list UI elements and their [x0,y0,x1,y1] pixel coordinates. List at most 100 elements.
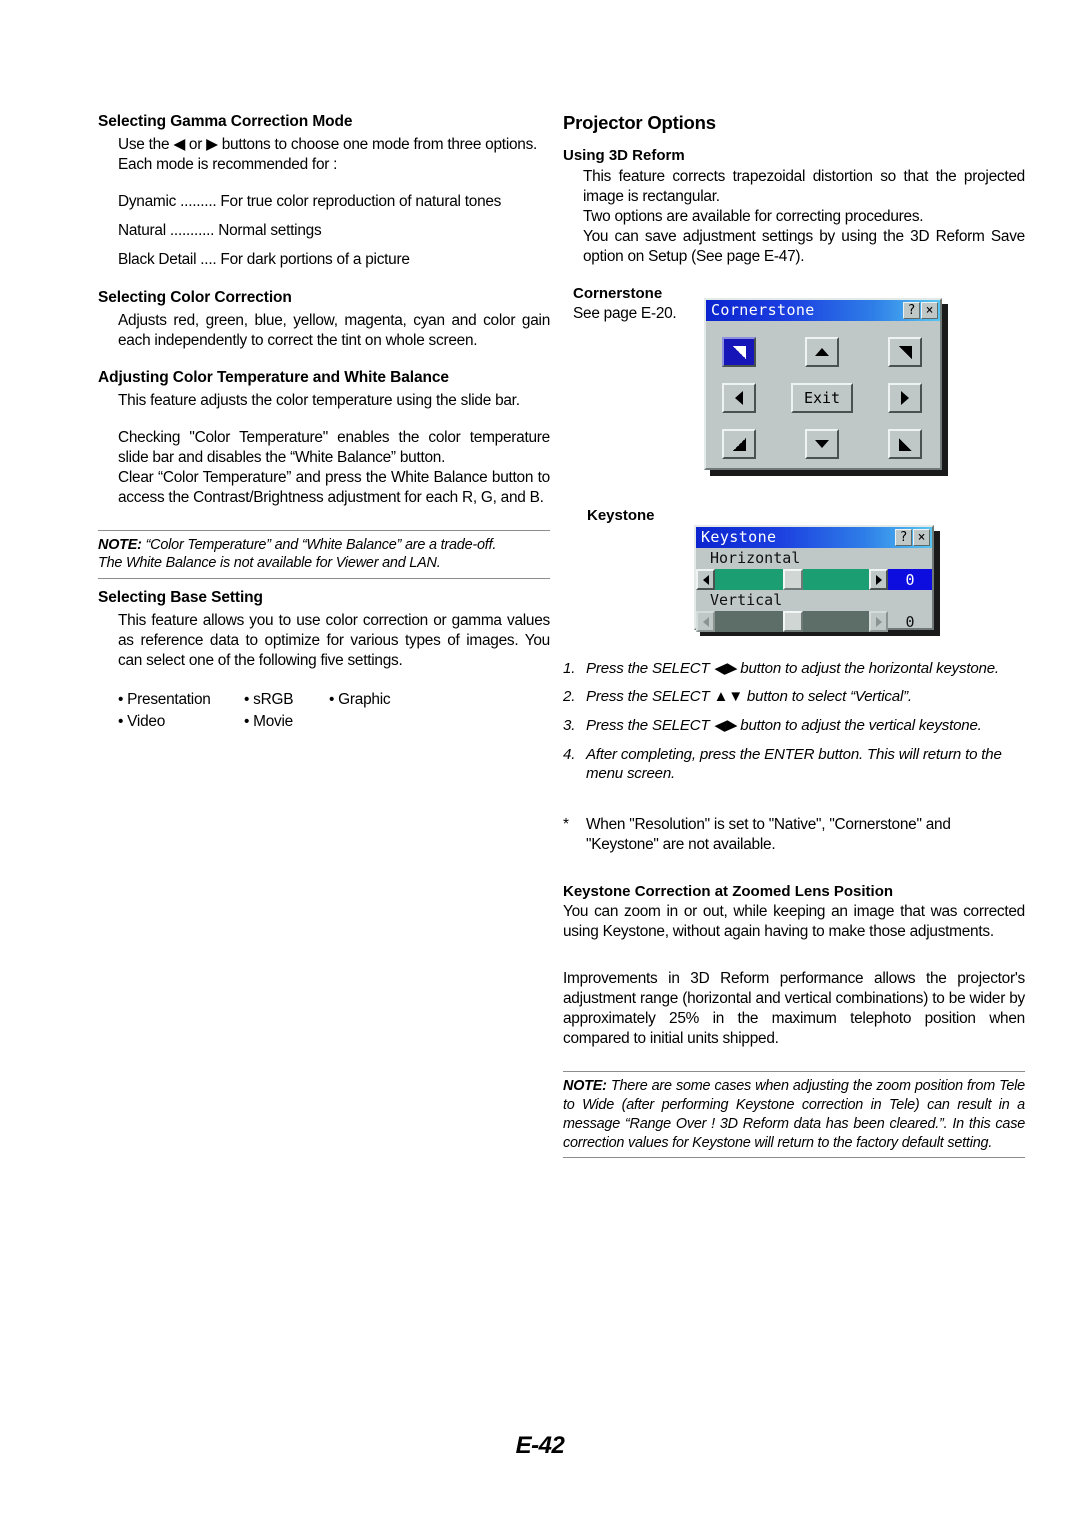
gamma-mode-row: Dynamic ......... For true color reprodu… [98,192,550,212]
horizontal-increase-button[interactable] [869,569,888,590]
vertical-slider-thumb[interactable] [782,611,803,632]
step-number: 2. [563,688,576,706]
horizontal-decrease-button[interactable] [696,569,715,590]
zoomed-lens-body: You can zoom in or out, while keeping an… [563,903,1025,941]
gamma-mode-row: Natural ........... Normal settings [98,221,550,241]
option-item: • Presentation [118,690,211,708]
note-color-temperature: NOTE: “Color Temperature” and “White Bal… [98,529,550,580]
step-number: 3. [563,717,576,734]
document-page: Selecting Gamma Correction Mode Use the … [0,0,1080,1526]
left-column: Selecting Gamma Correction Mode Use the … [98,112,550,734]
color-correction-body: Adjusts red, green, blue, yellow, magent… [118,311,550,349]
arrow-up-button[interactable] [805,337,839,367]
color-correction-title: Selecting Color Correction [98,288,292,306]
corner-bottom-left-button[interactable] [722,429,756,459]
corner-top-left-icon [732,345,746,359]
cornerstone-button-grid: Exit [706,321,940,468]
color-temperature-body-2: Checking "Color Temperature" enables the… [118,428,550,466]
page-number: E-42 [515,1432,565,1459]
color-temperature-body-1: This feature adjusts the color temperatu… [118,391,520,409]
gamma-mode-row: Black Detail .... For dark portions of a… [98,250,550,270]
horizontal-slider-track[interactable] [715,569,869,590]
color-temperature-title: Adjusting Color Temperature and White Ba… [98,368,449,386]
close-icon[interactable]: × [921,302,938,319]
note-label: NOTE: [563,1078,607,1095]
resolution-note-text: When "Resolution" is set to "Native", "C… [586,815,951,853]
note-zoom-range: NOTE: There are some cases when adjustin… [563,1071,1025,1159]
keystone-titlebar: Keystone ? × [696,527,932,548]
keystone-dialog-title: Keystone [701,528,777,546]
arrow-right-icon [875,616,882,627]
option-item: • Graphic [329,690,391,708]
improvements-body: Improvements in 3D Reform performance al… [563,970,1025,1048]
arrow-left-icon [702,574,709,585]
corner-bottom-left-icon [732,437,746,451]
step-item: 2. Press the SELECT ▲▼ button to select … [563,687,1025,707]
keystone-dialog[interactable]: Keystone ? × Horizontal 0 Vertical 0 [694,525,934,632]
note-text: There are some cases when adjusting the … [563,1078,1025,1151]
arrow-down-button[interactable] [805,429,839,459]
horizontal-value: 0 [888,569,932,590]
corner-bottom-right-icon [898,437,912,451]
corner-top-left-button[interactable] [722,337,756,367]
arrow-left-button[interactable] [722,383,756,413]
reform-body-3: You can save adjustment settings by usin… [583,227,1025,265]
base-setting-title: Selecting Base Setting [98,589,263,607]
resolution-note: * When "Resolution" is set to "Native", … [563,815,1025,855]
step-number: 4. [563,745,576,763]
note-line-1: NOTE: There are some cases when adjustin… [563,1077,1025,1152]
corner-top-right-icon [898,345,912,359]
options-row: • Video • Movie [118,712,550,732]
cornerstone-dialog-title: Cornerstone [711,301,815,319]
note-line-1: NOTE: “Color Temperature” and “White Bal… [98,536,550,555]
base-setting-options: • Presentation • sRGB • Graphic • Video … [98,690,550,732]
cornerstone-dialog[interactable]: Cornerstone ? × Exit [704,298,942,470]
horizontal-slider-row[interactable]: 0 [696,569,932,590]
corner-bottom-right-button[interactable] [888,429,922,459]
keystone-body: Horizontal 0 Vertical 0 [696,548,932,632]
corner-top-right-button[interactable] [888,337,922,367]
options-row: • Presentation • sRGB • Graphic [118,690,550,710]
step-text: Press the SELECT ◀▶ button to adjust the… [586,717,982,734]
note-label: NOTE: [98,536,142,553]
asterisk-marker: * [563,815,569,833]
gamma-body: Use the ◀ or ▶ buttons to choose one mod… [118,135,538,173]
help-button[interactable]: ? [895,529,912,546]
step-number: 1. [563,659,576,677]
exit-button[interactable]: Exit [791,383,853,413]
vertical-value: 0 [905,612,915,631]
page-title: Projector Options [563,112,716,133]
help-button[interactable]: ? [903,302,920,319]
vertical-increase-button[interactable] [869,611,888,632]
gamma-mode-desc: For true color reproduction of natural t… [220,192,502,210]
using-3d-reform-title: Using 3D Reform [563,147,685,165]
gamma-mode-name: Black Detail .... [118,250,217,268]
note-text: “Color Temperature” and “White Balance” … [141,536,497,553]
keystone-steps: 1. Press the SELECT ◀▶ button to adjust … [563,659,1025,784]
close-icon[interactable]: × [913,529,930,546]
gamma-section-title: Selecting Gamma Correction Mode [98,113,353,130]
gamma-mode-name: Natural ........... [118,221,215,239]
vertical-label: Vertical [710,591,783,609]
horizontal-label: Horizontal [710,549,801,567]
arrow-right-button[interactable] [888,383,922,413]
note-line-2: The White Balance is not available for V… [98,555,441,572]
arrow-left-icon [702,616,709,627]
arrow-right-icon [875,574,882,585]
vertical-slider-row[interactable]: 0 [696,611,932,632]
base-setting-body: This feature allows you to use color cor… [118,611,550,669]
option-item: • sRGB [244,690,294,708]
vertical-decrease-button[interactable] [696,611,715,632]
vertical-slider-track[interactable] [715,611,869,632]
color-temperature-body-3: Clear “Color Temperature” and press the … [118,468,550,506]
step-item: 4. After completing, press the ENTER but… [563,745,1025,784]
arrow-right-icon [901,391,909,405]
horizontal-slider-thumb[interactable] [782,569,803,590]
arrow-left-icon [735,391,743,405]
option-item: • Video [118,713,165,730]
option-item: • Movie [244,713,293,730]
step-item: 1. Press the SELECT ◀▶ button to adjust … [563,659,1025,679]
arrow-up-icon [815,348,829,356]
option-item [329,712,449,732]
gamma-mode-desc: Normal settings [218,221,322,239]
